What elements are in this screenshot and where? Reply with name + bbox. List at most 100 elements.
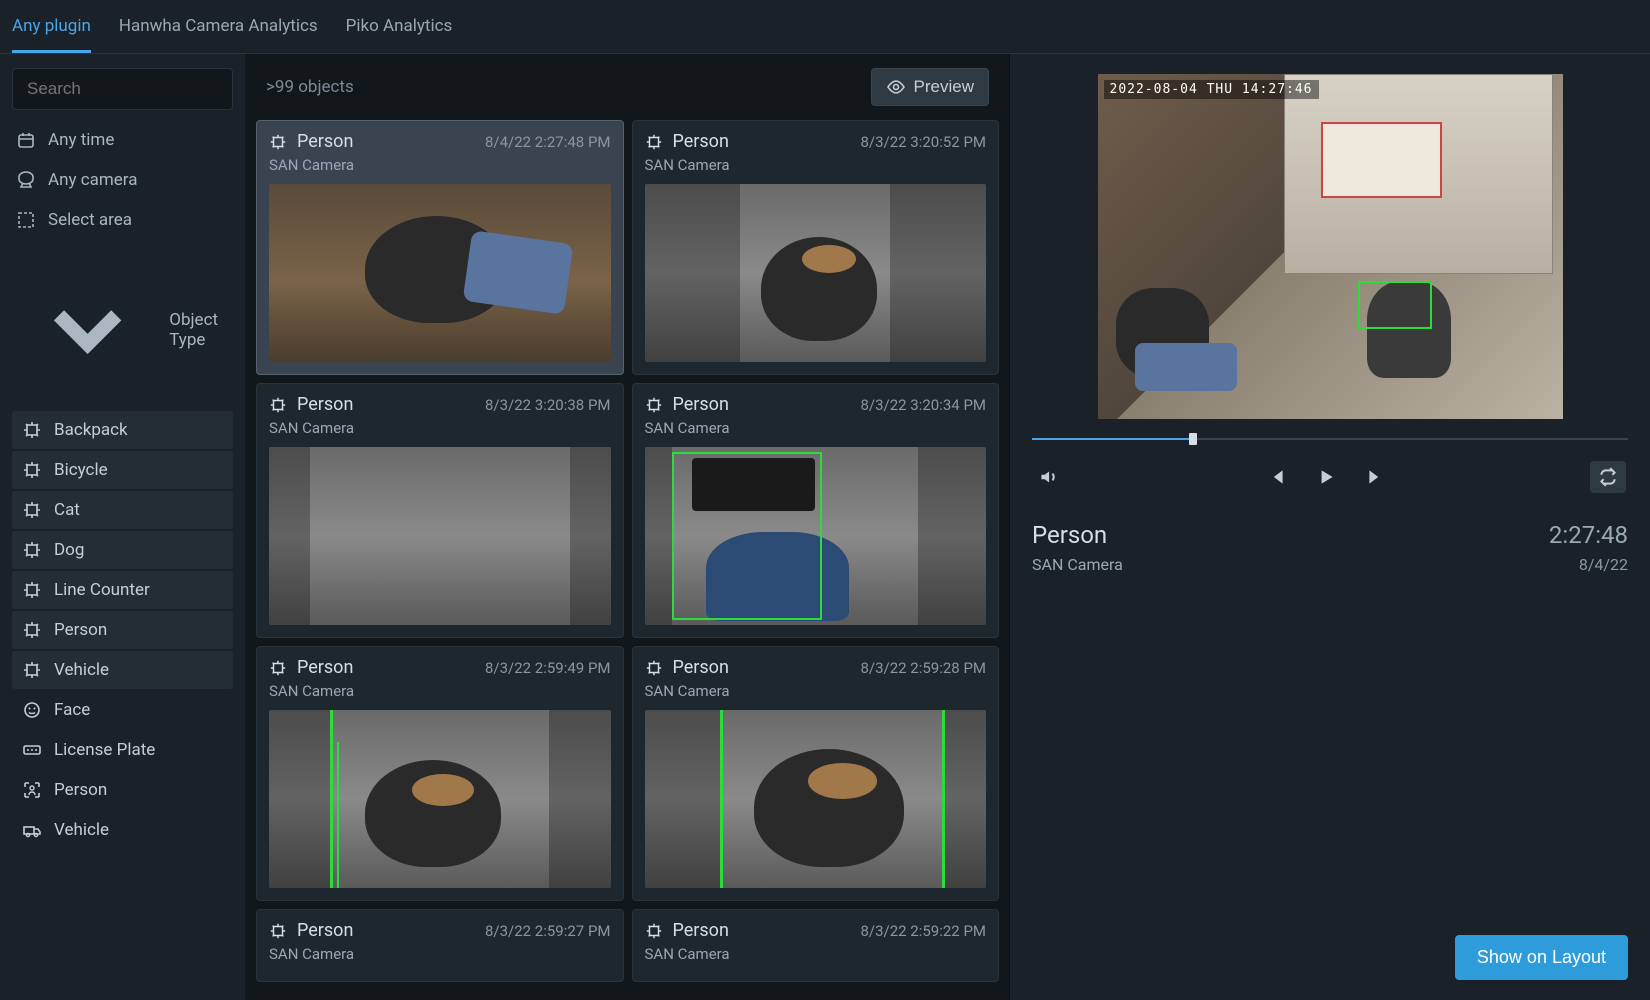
- volume-button[interactable]: [1034, 463, 1062, 491]
- face-icon: [22, 700, 42, 720]
- preview-time: 2:27:48: [1549, 521, 1628, 549]
- eye-icon: [886, 77, 906, 97]
- video-timestamp-overlay: 2022-08-04 THU 14:27:46: [1104, 80, 1319, 99]
- chip-icon: [645, 659, 663, 677]
- result-thumbnail: [269, 184, 611, 362]
- chip-icon: [269, 133, 287, 151]
- plugin-tabs: Any plugin Hanwha Camera Analytics Piko …: [0, 0, 1650, 54]
- chip-icon: [645, 133, 663, 151]
- chip-icon: [269, 396, 287, 414]
- play-icon: [1315, 466, 1337, 488]
- result-card[interactable]: Person 8/3/22 2:59:28 PM SAN Camera: [632, 646, 1000, 901]
- result-card[interactable]: Person 8/4/22 2:27:48 PM SAN Camera: [256, 120, 624, 375]
- results-grid: Person 8/4/22 2:27:48 PM SAN Camera Pers…: [246, 120, 1009, 992]
- chevron-down-icon: [16, 258, 159, 401]
- result-thumbnail: [269, 710, 611, 888]
- ot-bicycle[interactable]: Bicycle: [12, 451, 233, 489]
- result-card[interactable]: Person 8/3/22 2:59:22 PM SAN Camera: [632, 909, 1000, 982]
- loop-button[interactable]: [1590, 461, 1626, 493]
- chip-icon: [22, 620, 42, 640]
- preview-title: Person: [1032, 521, 1123, 549]
- search-input[interactable]: [12, 68, 233, 110]
- result-camera: SAN Camera: [645, 682, 987, 700]
- result-thumbnail: [269, 447, 611, 625]
- result-camera: SAN Camera: [645, 419, 987, 437]
- preview-button[interactable]: Preview: [871, 68, 989, 106]
- preview-meta: Person SAN Camera 2:27:48 8/4/22: [1032, 521, 1628, 574]
- result-card[interactable]: Person 8/3/22 3:20:52 PM SAN Camera: [632, 120, 1000, 375]
- preview-camera: SAN Camera: [1032, 555, 1123, 574]
- filter-camera-label: Any camera: [48, 170, 137, 190]
- ot-dog[interactable]: Dog: [12, 531, 233, 569]
- person-box-icon: [22, 780, 42, 800]
- chip-icon: [22, 580, 42, 600]
- result-card[interactable]: Person 8/3/22 2:59:27 PM SAN Camera: [256, 909, 624, 982]
- result-timestamp: 8/3/22 2:59:28 PM: [860, 659, 986, 677]
- result-timestamp: 8/3/22 3:20:34 PM: [860, 396, 986, 414]
- filter-selectarea[interactable]: Select area: [12, 200, 233, 240]
- show-on-layout-button[interactable]: Show on Layout: [1455, 935, 1628, 980]
- player-controls: [1032, 455, 1628, 513]
- chip-icon: [269, 922, 287, 940]
- result-timestamp: 8/3/22 2:59:27 PM: [485, 922, 611, 940]
- skip-prev-icon: [1265, 466, 1287, 488]
- camera-icon: [16, 170, 36, 190]
- ot-cat[interactable]: Cat: [12, 491, 233, 529]
- result-camera: SAN Camera: [269, 682, 611, 700]
- volume-icon: [1037, 466, 1059, 488]
- ot-backpack[interactable]: Backpack: [12, 411, 233, 449]
- skip-next-icon: [1365, 466, 1387, 488]
- tab-piko[interactable]: Piko Analytics: [346, 16, 453, 53]
- result-thumbnail: [645, 184, 987, 362]
- result-camera: SAN Camera: [269, 945, 611, 963]
- ot-person-box[interactable]: Person: [12, 771, 233, 809]
- tab-hanwha[interactable]: Hanwha Camera Analytics: [119, 16, 318, 53]
- ot-face[interactable]: Face: [12, 691, 233, 729]
- ot-vehicle-truck[interactable]: Vehicle: [12, 811, 233, 849]
- filter-sidebar: Any time Any camera Select area Object T…: [0, 54, 246, 1000]
- object-type-list: Backpack Bicycle Cat Dog Line Counter Pe…: [12, 411, 233, 849]
- chip-icon: [22, 540, 42, 560]
- object-type-header-label: Object Type: [169, 310, 229, 350]
- loop-icon: [1597, 466, 1619, 488]
- ot-linecounter[interactable]: Line Counter: [12, 571, 233, 609]
- play-button[interactable]: [1312, 463, 1340, 491]
- result-timestamp: 8/4/22 2:27:48 PM: [485, 133, 611, 151]
- calendar-icon: [16, 130, 36, 150]
- filter-time-label: Any time: [48, 130, 114, 150]
- video-player[interactable]: 2022-08-04 THU 14:27:46: [1098, 74, 1563, 419]
- result-timestamp: 8/3/22 3:20:52 PM: [860, 133, 986, 151]
- chip-icon: [22, 500, 42, 520]
- filter-anycamera[interactable]: Any camera: [12, 160, 233, 200]
- result-thumbnail: [645, 447, 987, 625]
- result-timestamp: 8/3/22 2:59:49 PM: [485, 659, 611, 677]
- result-card[interactable]: Person 8/3/22 3:20:38 PM SAN Camera: [256, 383, 624, 638]
- ot-license-plate[interactable]: License Plate: [12, 731, 233, 769]
- ot-person[interactable]: Person: [12, 611, 233, 649]
- result-timestamp: 8/3/22 3:20:38 PM: [485, 396, 611, 414]
- chip-icon: [645, 396, 663, 414]
- scrub-bar[interactable]: [1032, 433, 1628, 445]
- result-card[interactable]: Person 8/3/22 2:59:49 PM SAN Camera: [256, 646, 624, 901]
- results-count: >99 objects: [266, 77, 354, 97]
- ot-vehicle[interactable]: Vehicle: [12, 651, 233, 689]
- filter-anytime[interactable]: Any time: [12, 120, 233, 160]
- result-timestamp: 8/3/22 2:59:22 PM: [860, 922, 986, 940]
- next-button[interactable]: [1362, 463, 1390, 491]
- chip-icon: [22, 460, 42, 480]
- chip-icon: [269, 659, 287, 677]
- result-thumbnail: [645, 710, 987, 888]
- preview-panel: 2022-08-04 THU 14:27:46 Person SAN Camer…: [1010, 54, 1650, 1000]
- tab-any-plugin[interactable]: Any plugin: [12, 16, 91, 53]
- result-camera: SAN Camera: [645, 945, 987, 963]
- result-camera: SAN Camera: [269, 419, 611, 437]
- object-type-header[interactable]: Object Type: [12, 240, 233, 411]
- license-plate-icon: [22, 740, 42, 760]
- chip-icon: [645, 922, 663, 940]
- result-camera: SAN Camera: [645, 156, 987, 174]
- chip-icon: [22, 420, 42, 440]
- area-select-icon: [16, 210, 36, 230]
- prev-button[interactable]: [1262, 463, 1290, 491]
- result-camera: SAN Camera: [269, 156, 611, 174]
- result-card[interactable]: Person 8/3/22 3:20:34 PM SAN Camera: [632, 383, 1000, 638]
